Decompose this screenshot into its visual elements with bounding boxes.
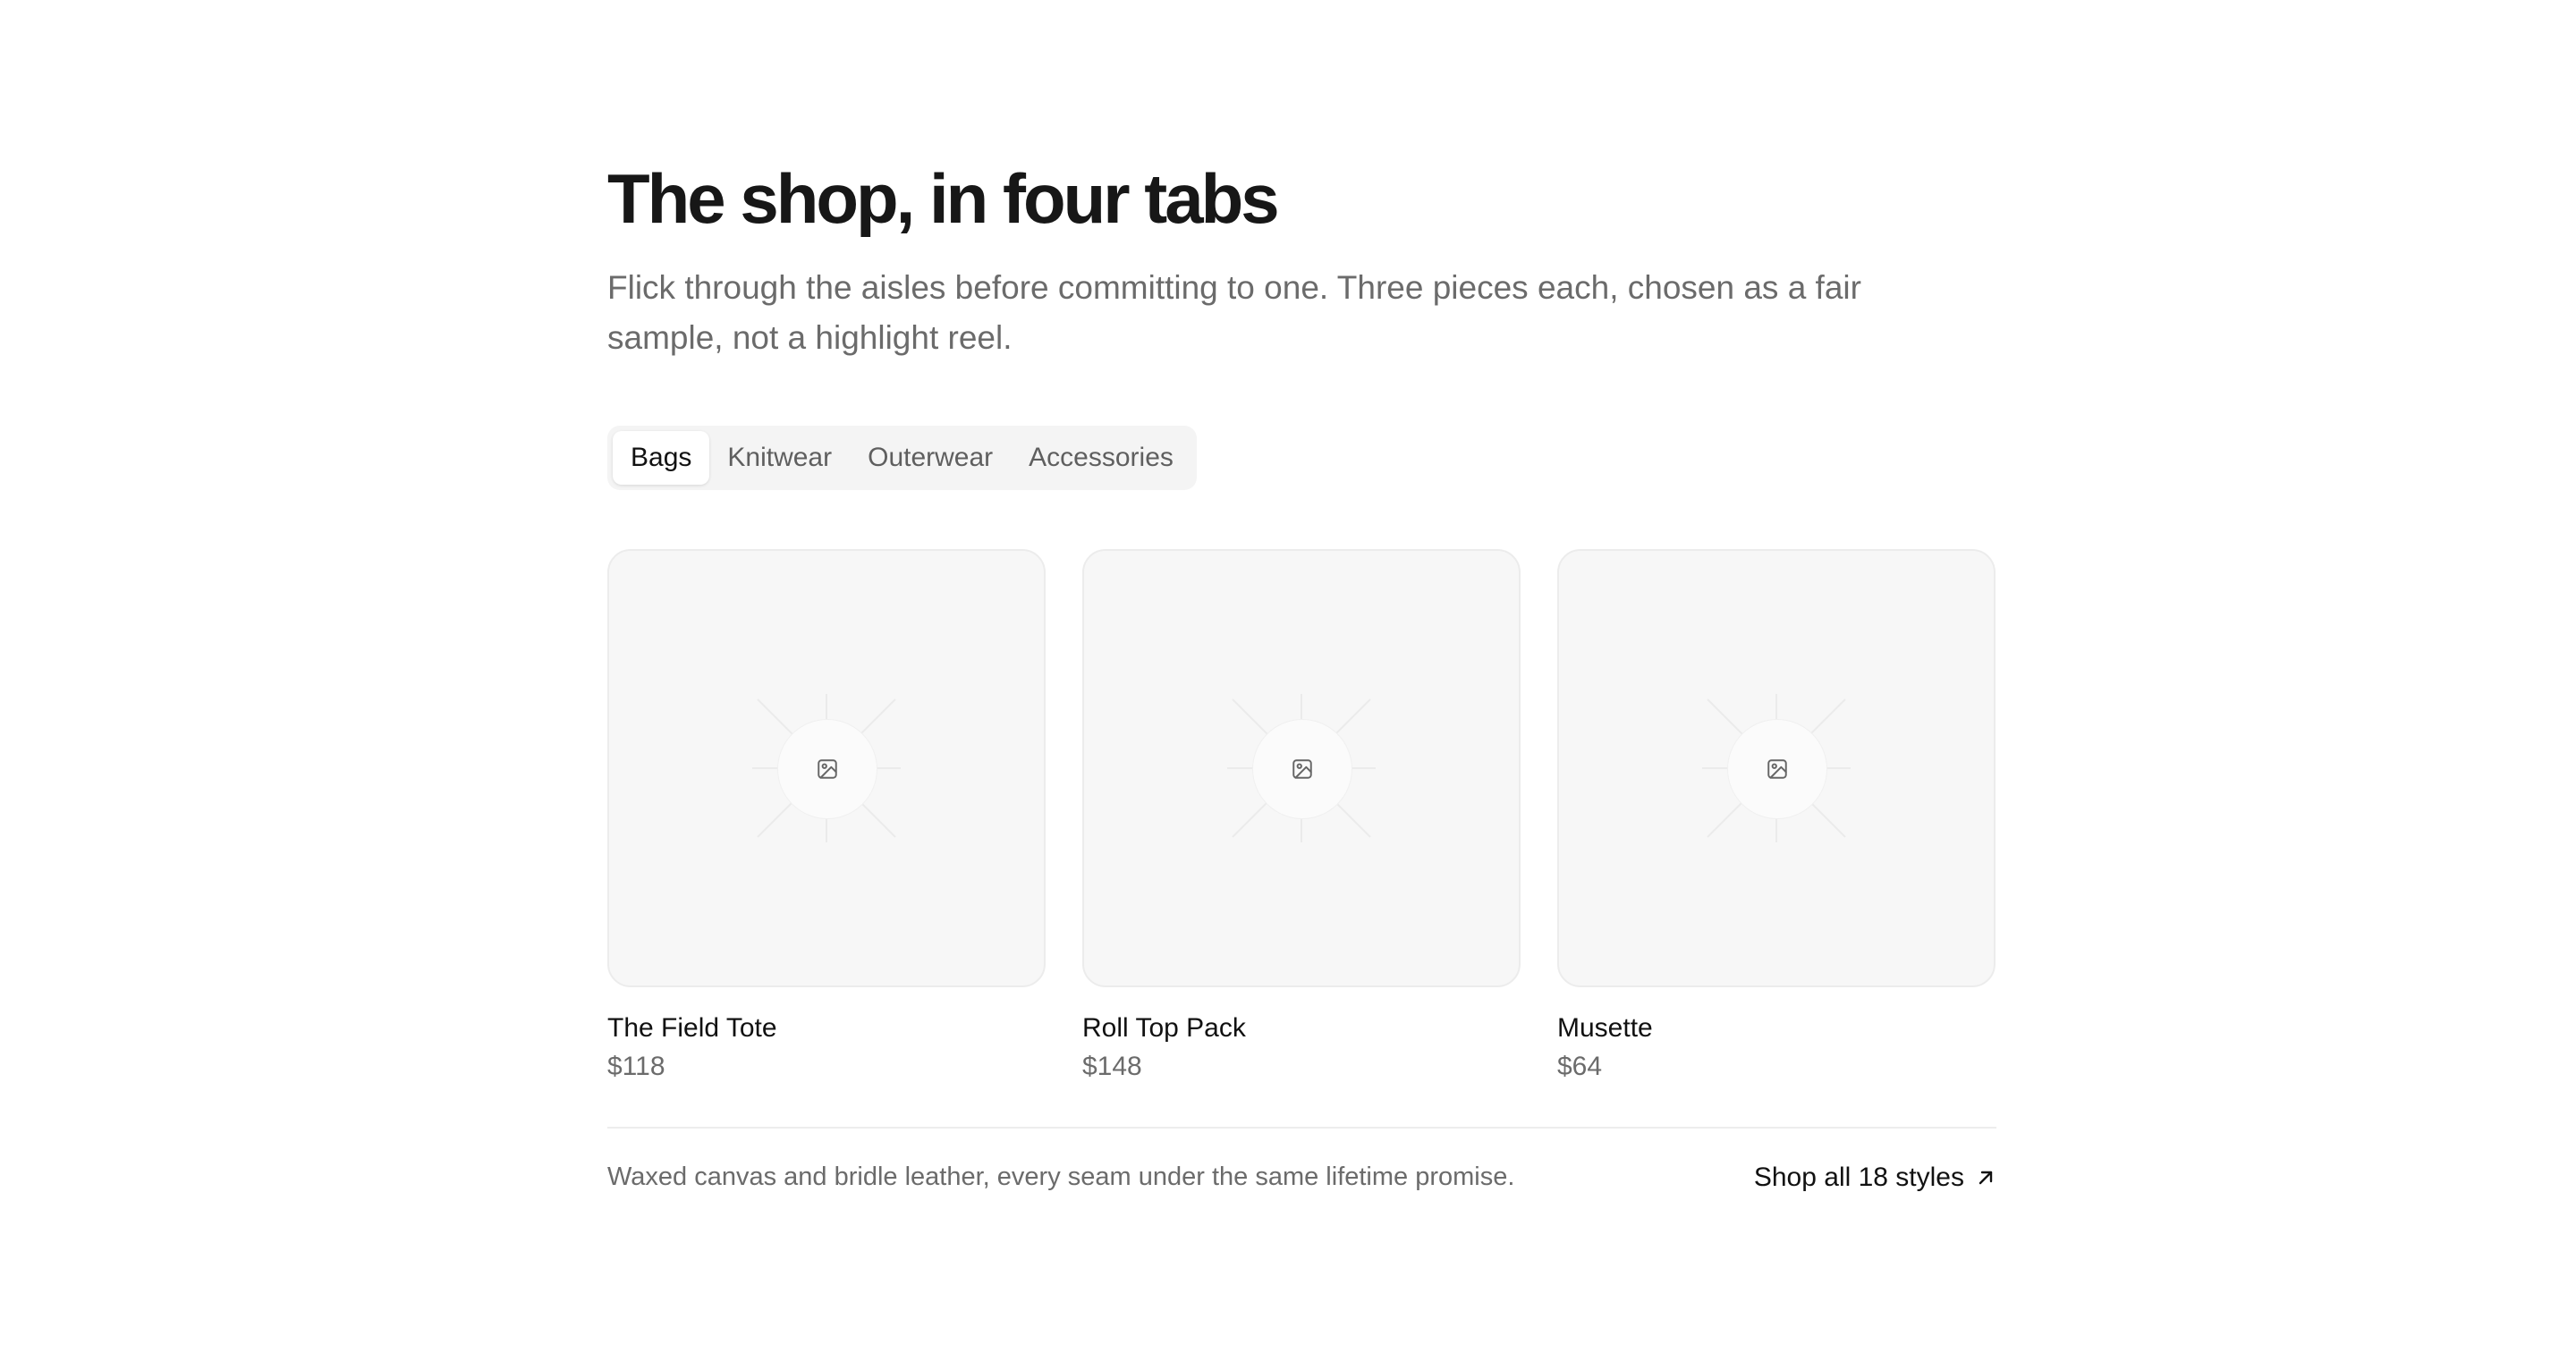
- footer-divider: [607, 1126, 1996, 1129]
- product-name: Musette: [1557, 1012, 1653, 1043]
- product-image: [1557, 548, 1996, 987]
- product-name: The Field Tote: [607, 1012, 777, 1043]
- product-grid: The Field Tote $118 Roll Top Pack $148 M…: [607, 548, 1996, 1084]
- tab-bags[interactable]: Bags: [613, 430, 710, 485]
- shop-all-label: Shop all 18 styles: [1753, 1162, 1964, 1192]
- product-price: $64: [1557, 1051, 1603, 1081]
- product-price: $148: [1082, 1051, 1142, 1081]
- footer-note: Waxed canvas and bridle leather, every s…: [607, 1163, 1515, 1192]
- arrow-up-right-icon: [1979, 1171, 1993, 1184]
- product-name: Roll Top Pack: [1082, 1012, 1246, 1043]
- shop-section: The shop, in four tabs Flick through the…: [607, 159, 1996, 1193]
- product-price: $118: [607, 1051, 665, 1081]
- tab-outerwear[interactable]: Outerwear: [850, 431, 1011, 485]
- category-tabs: Bags Knitwear Outerwear Accessories: [607, 425, 1197, 490]
- tab-accessories[interactable]: Accessories: [1011, 431, 1191, 485]
- image-placeholder-icon: [1727, 718, 1827, 819]
- product-card[interactable]: Musette $64: [1557, 548, 1996, 1084]
- tab-knitwear[interactable]: Knitwear: [709, 431, 850, 485]
- page-subtitle: Flick through the aisles before committi…: [607, 268, 1861, 356]
- section-footer: Waxed canvas and bridle leather, every s…: [607, 1163, 1996, 1193]
- image-placeholder-icon: [777, 718, 877, 819]
- product-card[interactable]: Roll Top Pack $148: [1082, 548, 1521, 1084]
- product-image: [607, 548, 1046, 987]
- product-card[interactable]: The Field Tote $118: [607, 548, 1046, 1084]
- image-placeholder-icon: [1252, 718, 1352, 819]
- page-title: The shop, in four tabs: [607, 159, 1280, 238]
- shop-all-link[interactable]: Shop all 18 styles: [1754, 1163, 1996, 1193]
- product-image: [1082, 548, 1521, 987]
